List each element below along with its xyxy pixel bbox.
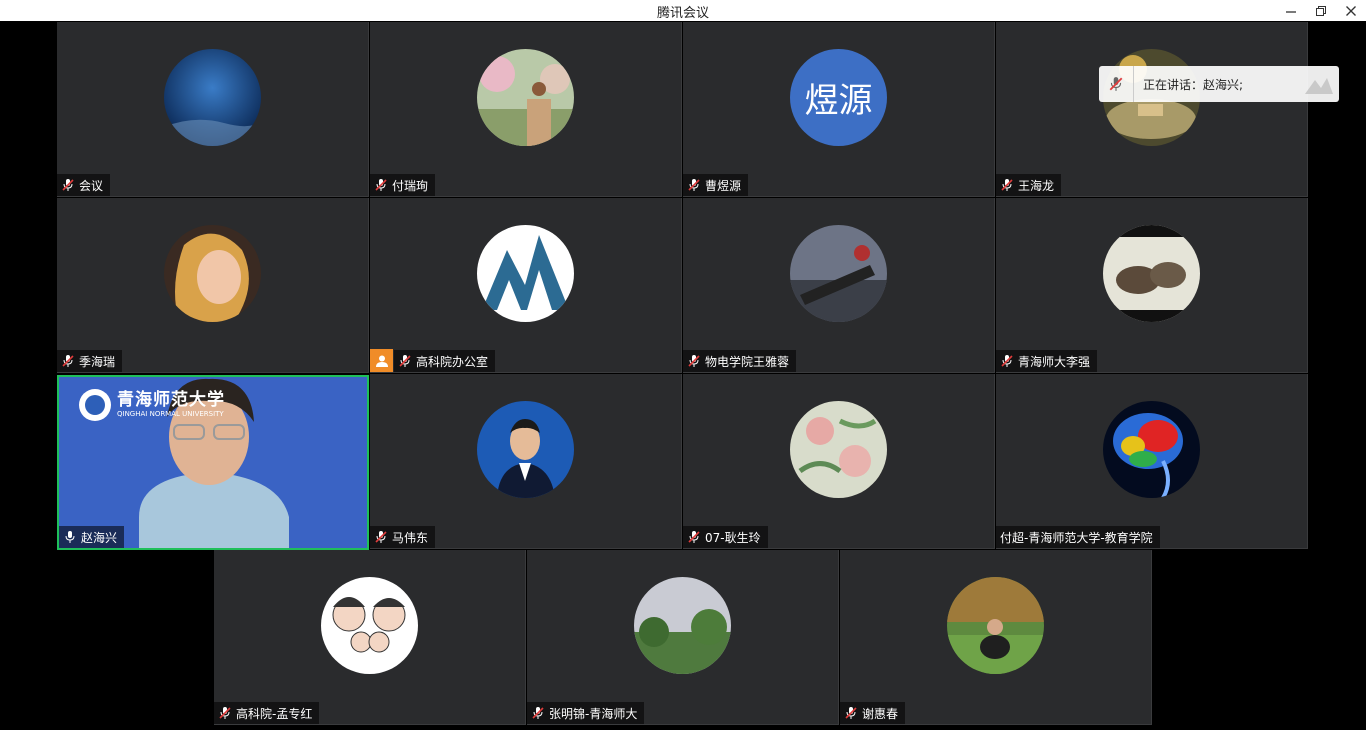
- name-tag: 曹煜源: [683, 174, 749, 196]
- participant-tile[interactable]: 高科院-孟专红: [214, 550, 526, 725]
- mic-active-icon[interactable]: [63, 530, 77, 544]
- avatar: [790, 225, 887, 322]
- avatar: [477, 225, 574, 322]
- avatar-initials: 煜源: [804, 81, 873, 121]
- participant-tile[interactable]: 付瑞珣: [370, 22, 682, 197]
- name-tag: 高科院办公室: [394, 350, 496, 372]
- name-tag: 高科院-孟专红: [214, 702, 320, 724]
- participant-name: 高科院-孟专红: [236, 706, 313, 721]
- participant-name: 张明锦-青海师大: [549, 706, 638, 721]
- active-speaker-video[interactable]: 青海师范大学 QINGHAI NORMAL UNIVERSITY 赵海兴: [57, 375, 369, 550]
- mic-muted-icon[interactable]: [687, 530, 701, 544]
- name-tag: 张明锦-青海师大: [527, 702, 645, 724]
- avatar: 煜源: [790, 49, 887, 146]
- avatar: [321, 577, 418, 674]
- minimize-button[interactable]: [1276, 0, 1306, 21]
- name-tag: 会议: [57, 174, 111, 196]
- mic-muted-icon[interactable]: [687, 178, 701, 192]
- avatar: [1103, 401, 1200, 498]
- avatar: [164, 225, 261, 322]
- mic-muted-icon[interactable]: [61, 178, 75, 192]
- mic-muted-icon[interactable]: [61, 354, 75, 368]
- name-tag: 07-耿生玲: [683, 526, 768, 548]
- mic-muted-icon[interactable]: [687, 354, 701, 368]
- participant-tile[interactable]: 张明锦-青海师大: [527, 550, 839, 725]
- name-tag: 谢惠春: [840, 702, 906, 724]
- mic-muted-icon[interactable]: [1099, 66, 1134, 102]
- window-title: 腾讯会议: [656, 6, 709, 21]
- participant-tile[interactable]: 煜源 曹煜源: [683, 22, 995, 197]
- participant-tile[interactable]: 会议: [57, 22, 369, 197]
- mic-muted-icon[interactable]: [218, 706, 232, 720]
- name-tag: 赵海兴: [59, 526, 125, 548]
- participant-name: 付瑞珣: [392, 178, 429, 193]
- participant-name: 会议: [79, 178, 104, 193]
- avatar: [477, 49, 574, 146]
- restore-button[interactable]: [1306, 0, 1336, 21]
- name-tag: 付瑞珣: [370, 174, 436, 196]
- avatar: [477, 401, 574, 498]
- name-tag: 王海龙: [996, 174, 1062, 196]
- host-badge: [370, 349, 393, 372]
- mic-muted-icon[interactable]: [398, 354, 412, 368]
- participant-tile[interactable]: 马伟东: [370, 374, 682, 549]
- video-banner-en: QINGHAI NORMAL UNIVERSITY: [117, 410, 224, 418]
- video-banner: 青海师范大学: [117, 390, 225, 410]
- name-tag: 季海瑞: [57, 350, 123, 372]
- mic-muted-icon[interactable]: [1000, 178, 1014, 192]
- name-tag: 青海师大李强: [996, 350, 1098, 372]
- avatar: [790, 401, 887, 498]
- mic-muted-icon[interactable]: [531, 706, 545, 720]
- speaking-indicator[interactable]: 正在讲话：赵海兴;: [1099, 66, 1339, 102]
- participant-name: 季海瑞: [79, 354, 116, 369]
- participant-name: 付超-青海师范大学-教育学院: [1000, 530, 1153, 545]
- participant-name: 谢惠春: [862, 706, 899, 721]
- title-bar: 腾讯会议: [0, 0, 1366, 21]
- participant-name: 07-耿生玲: [705, 530, 761, 545]
- participant-tile[interactable]: 王海龙: [996, 22, 1308, 197]
- restore-icon: [1316, 5, 1326, 16]
- participant-tile[interactable]: 付超-青海师范大学-教育学院: [996, 374, 1308, 549]
- participant-name: 赵海兴: [81, 530, 118, 545]
- mic-muted-icon[interactable]: [844, 706, 858, 720]
- participant-tile[interactable]: 季海瑞: [57, 198, 369, 373]
- name-tag: 马伟东: [370, 526, 436, 548]
- participant-tile[interactable]: 谢惠春: [840, 550, 1152, 725]
- close-icon: [1346, 5, 1356, 16]
- name-tag: 付超-青海师范大学-教育学院: [996, 526, 1160, 548]
- mic-muted-icon[interactable]: [374, 178, 388, 192]
- avatar: [164, 49, 261, 146]
- avatar: [634, 577, 731, 674]
- participant-tile[interactable]: 青海师大李强: [996, 198, 1308, 373]
- person-icon: [375, 355, 388, 367]
- avatar: [947, 577, 1044, 674]
- close-button[interactable]: [1336, 0, 1366, 21]
- participant-name: 曹煜源: [705, 178, 742, 193]
- mic-muted-icon[interactable]: [1000, 354, 1014, 368]
- mic-muted-icon[interactable]: [374, 530, 388, 544]
- participant-tile[interactable]: 物电学院王雅蓉: [683, 198, 995, 373]
- avatar: [1103, 225, 1200, 322]
- participant-tile[interactable]: 高科院办公室: [370, 198, 682, 373]
- participant-tile[interactable]: 07-耿生玲: [683, 374, 995, 549]
- name-tag: 物电学院王雅蓉: [683, 350, 797, 372]
- drag-handle-icon[interactable]: [1301, 70, 1335, 98]
- minimize-icon: [1286, 10, 1296, 13]
- participant-name: 物电学院王雅蓉: [705, 354, 790, 369]
- participant-name: 高科院办公室: [416, 354, 489, 369]
- participant-name: 马伟东: [392, 530, 429, 545]
- participant-name: 王海龙: [1018, 178, 1055, 193]
- speaking-label: 正在讲话：赵海兴;: [1143, 77, 1244, 92]
- participant-name: 青海师大李强: [1018, 354, 1091, 369]
